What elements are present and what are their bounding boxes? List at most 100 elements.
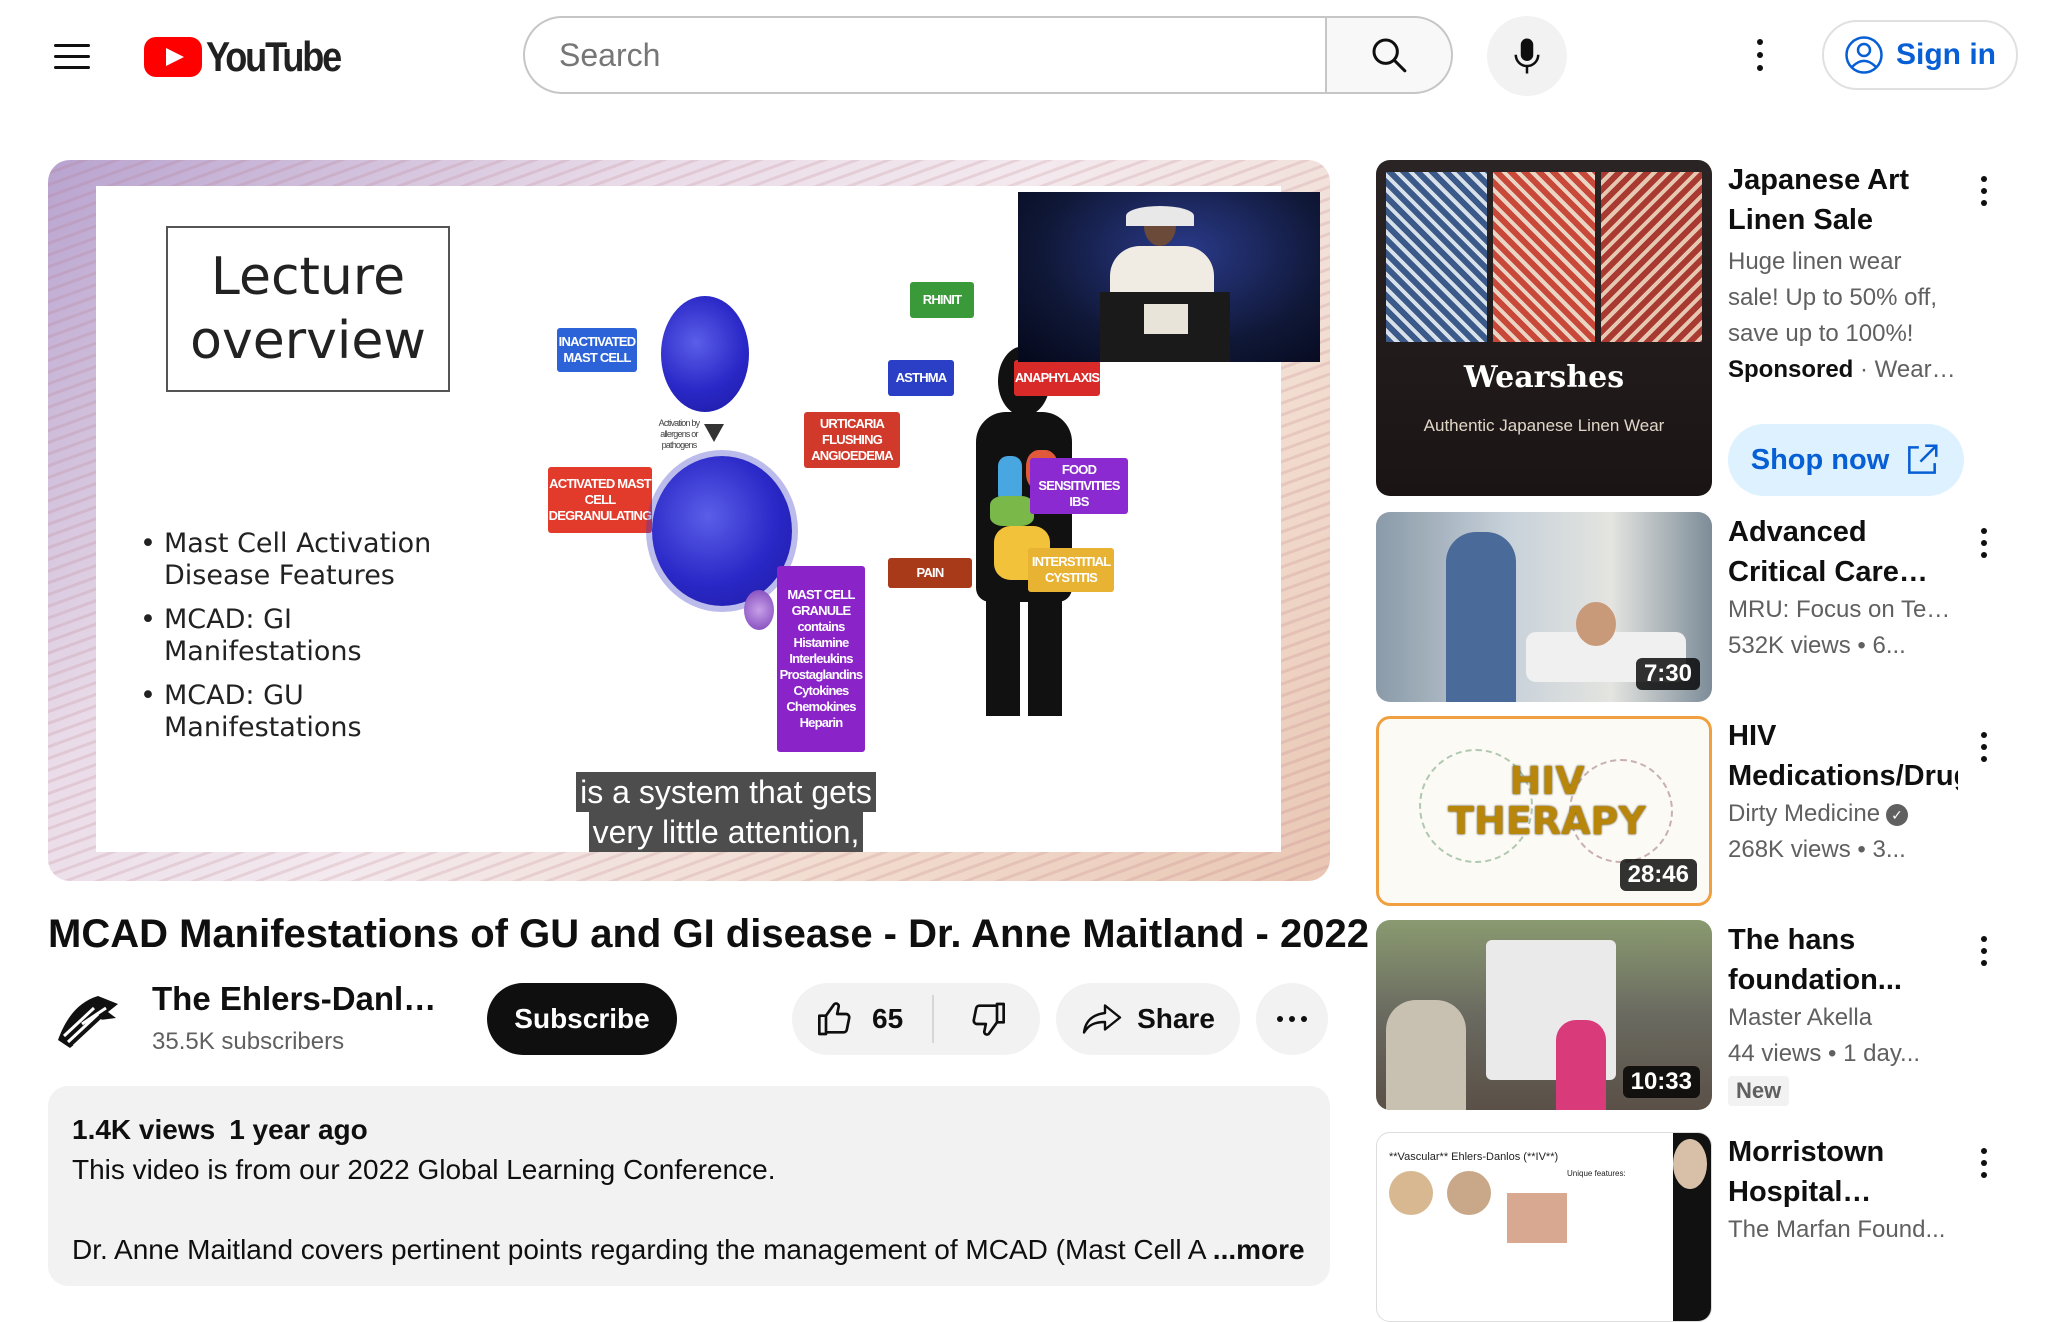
diagram-label-activated: ACTIVATED MAST CELL DEGRANULATING [548, 467, 652, 533]
caption-line: is a system that gets [576, 772, 876, 812]
open-in-new-icon [1908, 444, 1938, 474]
video-info: Advanced Critical Care Nursing:... MRU: … [1728, 512, 1958, 664]
video-channel[interactable]: The Marfan Found... [1728, 1212, 1958, 1248]
thumbnail-text: Unique features: [1567, 1169, 1626, 1178]
slide-bullet-list: Mast Cell Activation Disease Features MC… [140, 528, 480, 756]
voice-search-button[interactable] [1487, 16, 1567, 96]
recommended-video[interactable]: 7:30 Advanced Critical Care Nursing:... … [1376, 512, 2036, 702]
upload-age: 1 year ago [229, 1114, 368, 1145]
subscribe-button[interactable]: Subscribe [487, 983, 677, 1055]
search-input[interactable] [557, 35, 1325, 75]
video-duration: 7:30 [1635, 658, 1700, 690]
thumbnail-text-line: THERAPY [1448, 799, 1646, 843]
hamburger-menu-icon[interactable] [50, 36, 94, 76]
video-duration: 28:46 [1619, 859, 1697, 891]
recommended-video[interactable]: HIV THERAPY 28:46 HIV Medications/Drug D… [1376, 716, 2036, 906]
speaker-video-inset [1018, 192, 1320, 362]
granule-image [744, 590, 774, 630]
sponsored-label: Sponsored [1728, 356, 1854, 383]
sign-in-button[interactable]: Sign in [1822, 20, 2018, 90]
human-body-silhouette-image [976, 346, 1072, 716]
top-bar: YouTube Sign in [0, 0, 2048, 112]
diagram-label-rhinitis: RHINIT [910, 282, 974, 318]
video-title: MCAD Manifestations of GU and GI disease… [48, 912, 1369, 956]
caption-line: very little attention, [588, 812, 864, 852]
arrow-down-icon [704, 424, 724, 442]
video-info: Morristown Hospital Pediatr... The Marfa… [1728, 1132, 1958, 1248]
video-info: The hans foundation... Master Akella 44 … [1728, 920, 1958, 1106]
inactivated-mast-cell-image [661, 296, 749, 412]
shop-now-button[interactable]: Shop now [1728, 424, 1964, 496]
diagram-label-interstitial: INTERSTITIAL CYSTITIS [1028, 548, 1114, 592]
account-circle-icon [1845, 36, 1883, 74]
show-more-link[interactable]: ...more [1213, 1234, 1305, 1265]
video-player[interactable]: Lecture overview Mast Cell Activation Di… [48, 160, 1330, 881]
settings-more-vert-icon[interactable] [1745, 30, 1775, 80]
channel-avatar[interactable] [48, 978, 128, 1058]
diagram-label-asthma: ASTHMA [888, 360, 954, 396]
more-vert-icon[interactable] [1969, 926, 1999, 976]
description-box[interactable]: 1.4K views 1 year ago This video is from … [48, 1086, 1330, 1286]
view-count: 1.4K views [72, 1114, 216, 1145]
video-thumbnail[interactable]: HIV THERAPY 28:46 [1376, 716, 1712, 906]
video-title[interactable]: Morristown Hospital Pediatr... [1728, 1132, 1958, 1212]
diagram-label-anaphylaxis: ANAPHYLAXIS [1014, 360, 1100, 396]
recommended-video[interactable]: **Vascular** Ehlers-Danlos (**IV**) Uniq… [1376, 1132, 2036, 1322]
thumbnail-text-line: HIV [1509, 759, 1585, 803]
zebra-logo-icon [58, 996, 118, 1048]
like-button[interactable]: 65 [792, 983, 932, 1055]
search-button[interactable] [1325, 16, 1453, 94]
sidebar-ad[interactable]: Wearshes Authentic Japanese Linen Wear J… [1376, 160, 2036, 496]
ad-more-vert-icon[interactable] [1969, 166, 1999, 216]
activated-mast-cell-image [652, 456, 792, 606]
video-channel[interactable]: MRU: Focus on Tea... [1728, 592, 1958, 628]
verified-badge-icon: ✓ [1886, 803, 1909, 826]
video-thumbnail[interactable]: 10:33 [1376, 920, 1712, 1110]
video-stats: 532K views • 6... [1728, 632, 1906, 659]
slide-bullet: MCAD: GI Manifestations [140, 604, 480, 668]
video-title[interactable]: The hans foundation... [1728, 920, 1958, 1000]
recommended-video[interactable]: 10:33 The hans foundation... Master Akel… [1376, 920, 2036, 1110]
video-title[interactable]: HIV Medications/Drug [1728, 716, 1958, 796]
sign-in-label: Sign in [1896, 38, 1996, 71]
microphone-icon [1514, 38, 1540, 74]
diagram-label-granule: MAST CELL GRANULE contains Histamine Int… [777, 566, 865, 752]
more-vert-icon[interactable] [1969, 518, 1999, 568]
ad-tagline: Authentic Japanese Linen Wear [1423, 416, 1665, 435]
diagram-label-urticaria: URTICARIA FLUSHING ANGIOEDEMA [804, 412, 900, 468]
dislike-button[interactable] [934, 983, 1040, 1055]
ad-title[interactable]: Japanese Art Linen Sale [1728, 160, 1958, 240]
video-channel[interactable]: Dirty Medicine ✓ [1728, 796, 1958, 832]
shop-now-label: Shop now [1750, 443, 1890, 476]
more-vert-icon[interactable] [1969, 722, 1999, 772]
ad-thumbnail[interactable]: Wearshes Authentic Japanese Linen Wear [1376, 160, 1712, 496]
video-stats: 268K views • 3... [1728, 836, 1906, 863]
more-actions-button[interactable] [1256, 983, 1328, 1055]
share-button[interactable]: Share [1056, 983, 1240, 1055]
video-thumbnail[interactable]: 7:30 [1376, 512, 1712, 702]
description-line: This video is from our 2022 Global Learn… [72, 1154, 776, 1185]
search-bar [523, 16, 1453, 94]
logo-text: YouTube [206, 33, 342, 80]
video-channel[interactable]: Master Akella [1728, 1000, 1958, 1036]
video-thumbnail[interactable]: **Vascular** Ehlers-Danlos (**IV**) Uniq… [1376, 1132, 1712, 1322]
slide-bullet: Mast Cell Activation Disease Features [140, 528, 480, 592]
ad-product-images [1386, 172, 1702, 342]
description-line: Dr. Anne Maitland covers pertinent point… [72, 1230, 1306, 1270]
more-vert-icon[interactable] [1969, 1138, 1999, 1188]
diagram-label-inactivated: INACTIVATED MAST CELL [557, 328, 637, 372]
diagram-label-pain: PAIN [888, 558, 972, 588]
thumb-up-icon [818, 1002, 851, 1036]
thumbnail-text: HIV THERAPY [1379, 759, 1709, 843]
search-box [523, 16, 1325, 94]
ad-sponsor-line: Sponsored · Wears... [1728, 352, 1958, 388]
like-count: 65 [872, 1003, 904, 1034]
like-dislike-bar: 65 [792, 983, 1040, 1055]
closed-captions: is a system that gets very little attent… [571, 772, 881, 852]
slide-bullet: MCAD: GU Manifestations [140, 680, 480, 744]
youtube-logo[interactable]: YouTube [144, 33, 362, 80]
channel-name[interactable]: The Ehlers-Danlos... [152, 980, 452, 1018]
channel-name-text: Dirty Medicine [1728, 800, 1881, 827]
share-arrow-icon [1082, 1004, 1122, 1034]
video-title[interactable]: Advanced Critical Care Nursing:... [1728, 512, 1958, 592]
